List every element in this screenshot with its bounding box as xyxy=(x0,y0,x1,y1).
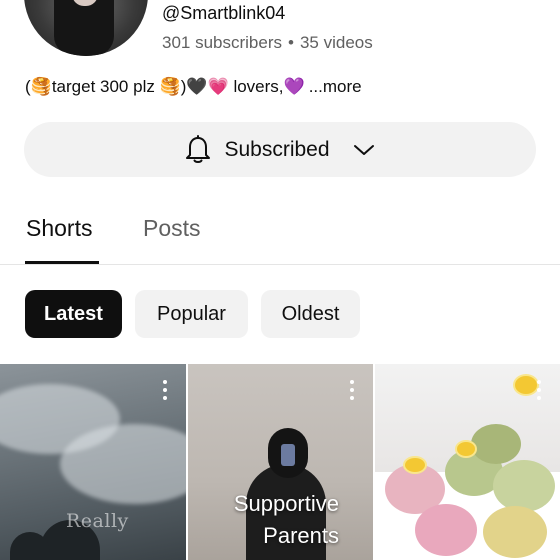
subscribed-button[interactable]: Subscribed xyxy=(24,122,536,177)
bell-icon xyxy=(186,134,211,163)
cupcake-shape xyxy=(493,460,555,512)
chevron-down-icon xyxy=(353,144,374,155)
filter-popular-chip[interactable]: Popular xyxy=(135,290,248,338)
cupcake-shape xyxy=(415,504,477,556)
lemon-slice xyxy=(403,456,427,474)
channel-meta: 301 subscribers • 35 videos xyxy=(162,33,373,53)
tab-posts[interactable]: Posts xyxy=(143,214,201,242)
lemon-slice xyxy=(455,440,477,458)
short-caption: Supportive Parents xyxy=(234,488,339,552)
more-link[interactable]: ...more xyxy=(309,77,362,96)
active-tab-indicator xyxy=(25,261,99,264)
short-caption: Really xyxy=(66,510,129,532)
caption-line-1: Supportive xyxy=(233,491,339,516)
video-count: 35 videos xyxy=(299,33,373,52)
filter-oldest-chip[interactable]: Oldest xyxy=(261,290,360,338)
cupcake-shape xyxy=(471,424,521,464)
more-vert-icon[interactable] xyxy=(536,380,542,400)
phone-shape xyxy=(281,444,295,466)
short-thumbnail-1[interactable]: Really xyxy=(0,364,186,560)
short-thumbnail-2[interactable]: Supportive Parents xyxy=(188,364,373,560)
short-thumbnail-3[interactable] xyxy=(375,364,560,560)
avatar-hair xyxy=(54,0,114,56)
more-vert-icon[interactable] xyxy=(349,380,355,400)
subscriber-count: 301 subscribers xyxy=(162,33,283,52)
channel-handle: @Smartblink04 xyxy=(162,3,286,23)
filter-latest-chip[interactable]: Latest xyxy=(25,290,122,338)
bio-text: (🥞target 300 plz 🥞)🖤💗 lovers,💜 xyxy=(25,77,305,96)
cupcake-shape xyxy=(483,506,547,558)
meta-separator: • xyxy=(288,33,294,52)
more-vert-icon[interactable] xyxy=(162,380,168,400)
channel-bio[interactable]: (🥞target 300 plz 🥞)🖤💗 lovers,💜 ...more xyxy=(25,76,362,98)
cloud-shape xyxy=(60,424,186,504)
channel-avatar[interactable] xyxy=(24,0,148,56)
tab-shorts[interactable]: Shorts xyxy=(26,214,92,242)
subscribed-label: Subscribed xyxy=(224,137,330,161)
channel-tabs: Shorts Posts xyxy=(0,200,560,265)
caption-line-2: Parents xyxy=(263,523,339,548)
